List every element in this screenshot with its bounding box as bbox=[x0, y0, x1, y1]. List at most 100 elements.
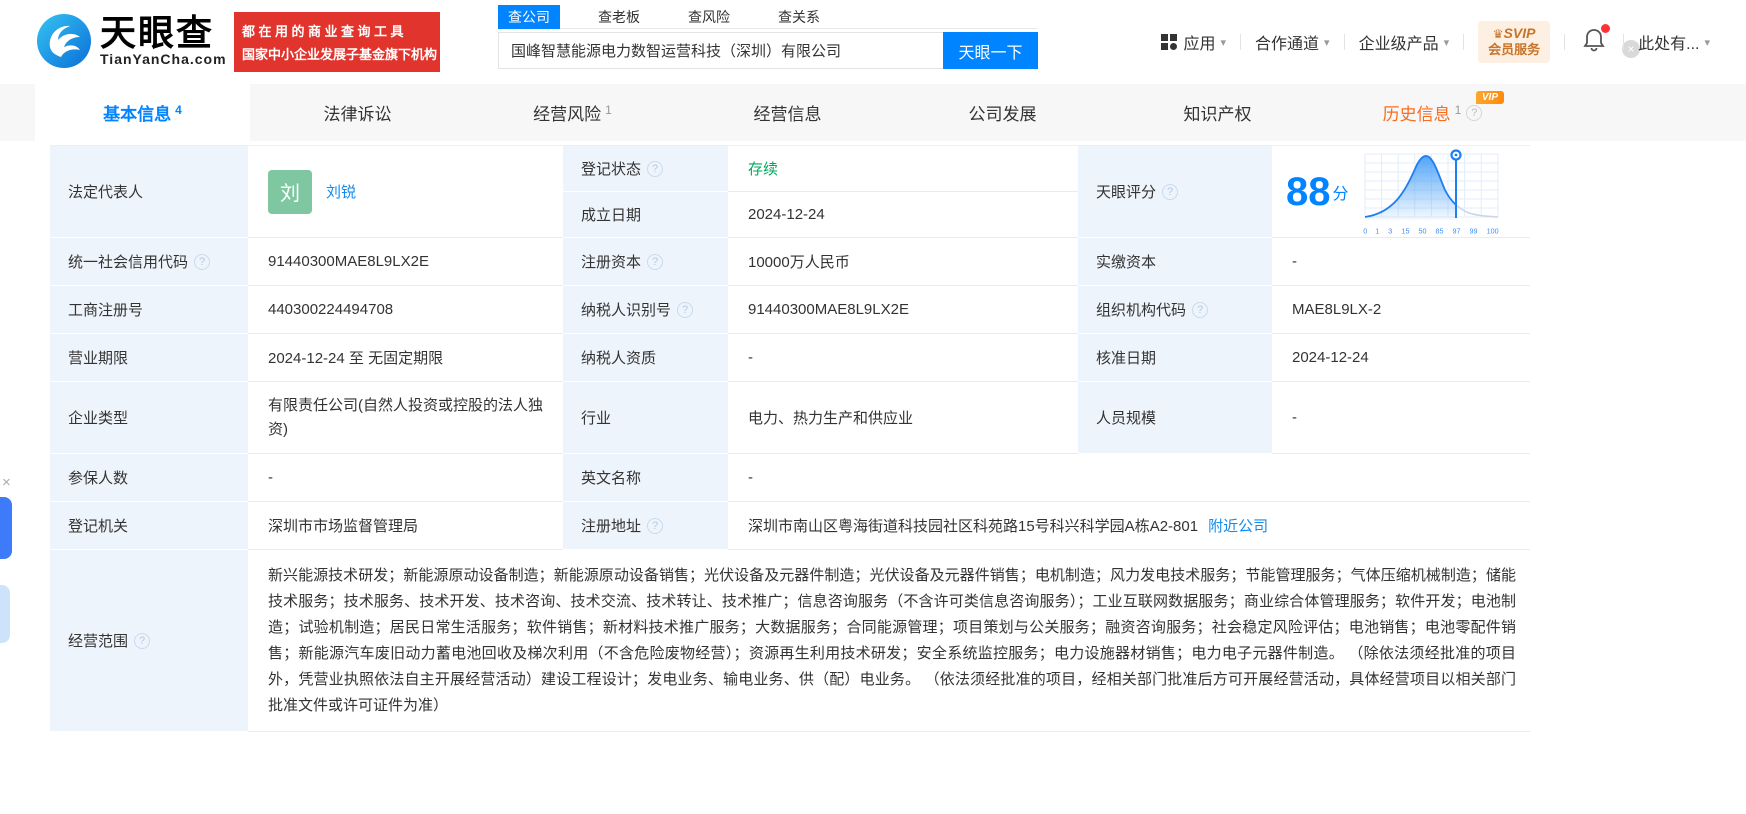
logo-domain: TianYanCha.com bbox=[100, 51, 227, 67]
tab-label: 知识产权 bbox=[1184, 100, 1252, 125]
est-date-value: 2024-12-24 bbox=[728, 192, 1078, 238]
help-icon[interactable]: ? bbox=[647, 161, 663, 177]
score-unit: 分 bbox=[1333, 180, 1349, 204]
nav-cooperation-label: 合作通道 bbox=[1255, 30, 1319, 54]
help-icon[interactable]: ? bbox=[134, 633, 150, 649]
avatar[interactable]: 刘 bbox=[268, 170, 312, 214]
score-label: 天眼评分 ? bbox=[1078, 146, 1272, 238]
taxpayer-qual-value: - bbox=[728, 334, 1078, 382]
svip-member-button[interactable]: ♛SVIP 会员服务 bbox=[1478, 21, 1550, 63]
reg-number-label: 工商注册号 bbox=[50, 286, 248, 334]
chevron-down-icon: ▾ bbox=[1704, 36, 1710, 49]
taxpayer-id-value: 91440300MAE8L9LX2E bbox=[728, 286, 1078, 334]
float-sidebar-tab-secondary[interactable] bbox=[0, 585, 10, 643]
credit-code-label: 统一社会信用代码 ? bbox=[50, 238, 248, 286]
reg-address-value: 深圳市南山区粤海街道科技园社区科苑路15号科兴科学园A栋A2-801 附近公司 bbox=[728, 502, 1530, 550]
nav-divider bbox=[1344, 34, 1345, 50]
legal-rep-link[interactable]: 刘锐 bbox=[326, 181, 356, 202]
tab-history-info[interactable]: VIP 历史信息 1 ? bbox=[1325, 84, 1540, 141]
english-name-value: - bbox=[728, 454, 1530, 502]
header-nav: 应用 ▾ 合作通道 ▾ 企业级产品 ▾ ♛SVIP 会员服务 bbox=[1161, 0, 1710, 84]
table-row: 经营范围 ? 新兴能源技术研发；新能源原动设备制造；新能源原动设备销售；光伏设备… bbox=[50, 550, 1530, 732]
business-scope-value: 新兴能源技术研发；新能源原动设备制造；新能源原动设备销售；光伏设备及元器件制造；… bbox=[248, 550, 1530, 732]
table-row: 法定代表人 刘 刘锐 登记状态 ? 存续 成立日期 2024-12-24 bbox=[50, 146, 1530, 238]
chevron-down-icon: ▾ bbox=[1324, 36, 1330, 49]
help-icon[interactable]: ? bbox=[647, 254, 663, 270]
help-icon[interactable]: ? bbox=[677, 302, 693, 318]
tab-intellectual-property[interactable]: 知识产权 bbox=[1110, 84, 1325, 141]
table-row: 成立日期 2024-12-24 bbox=[563, 192, 1078, 238]
nav-apps-label: 应用 bbox=[1183, 30, 1215, 54]
tianyancha-logo[interactable]: 天眼查 TianYanCha.com bbox=[36, 13, 227, 69]
help-icon[interactable]: ? bbox=[1162, 184, 1178, 200]
tab-label: 基本信息 bbox=[103, 100, 171, 125]
business-scope-label: 经营范围 ? bbox=[50, 550, 248, 732]
approval-date-label: 核准日期 bbox=[1078, 334, 1272, 382]
table-row: 登记状态 ? 存续 bbox=[563, 146, 1078, 192]
reg-number-value: 440300224494708 bbox=[248, 286, 563, 334]
nav-divider bbox=[1463, 34, 1464, 50]
svip-line2: 会员服务 bbox=[1488, 42, 1540, 58]
chevron-down-icon: ▾ bbox=[1220, 36, 1226, 49]
tab-count: 1 bbox=[1455, 103, 1462, 117]
tab-basic-info[interactable]: 基本信息 4 bbox=[35, 84, 250, 141]
tab-operation-info[interactable]: 经营信息 bbox=[680, 84, 895, 141]
reg-address-text: 深圳市南山区粤海街道科技园社区科苑路15号科兴科学园A栋A2-801 bbox=[748, 515, 1198, 536]
table-row: 统一社会信用代码 ? 91440300MAE8L9LX2E 注册资本 ? 100… bbox=[50, 238, 1530, 286]
score-value: 88 分 bbox=[1272, 146, 1530, 238]
legal-rep-value: 刘 刘锐 bbox=[248, 146, 563, 238]
search-button[interactable]: 天眼一下 bbox=[943, 32, 1038, 69]
help-icon[interactable]: ? bbox=[1466, 105, 1482, 121]
search-tab-relation[interactable]: 查关系 bbox=[768, 5, 830, 29]
logo-text: 天眼查 TianYanCha.com bbox=[100, 15, 227, 67]
notification-bell-icon[interactable] bbox=[1583, 28, 1605, 57]
search-tab-company[interactable]: 查公司 bbox=[498, 5, 560, 29]
svip-line1: ♛SVIP bbox=[1488, 26, 1540, 42]
credit-code-value: 91440300MAE8L9LX2E bbox=[248, 238, 563, 286]
help-icon[interactable]: ? bbox=[647, 518, 663, 534]
reg-authority-value: 深圳市市场监督管理局 bbox=[248, 502, 563, 550]
vip-badge: VIP bbox=[1476, 91, 1504, 104]
industry-label: 行业 bbox=[563, 382, 728, 454]
approval-date-value: 2024-12-24 bbox=[1272, 334, 1530, 382]
apps-grid-icon bbox=[1161, 34, 1177, 50]
paid-capital-label: 实缴资本 bbox=[1078, 238, 1272, 286]
english-name-label: 英文名称 bbox=[563, 454, 728, 502]
nav-divider bbox=[1564, 34, 1565, 50]
help-icon[interactable]: ? bbox=[194, 254, 210, 270]
float-sidebar-tab[interactable] bbox=[0, 497, 12, 559]
biz-term-value: 2024-12-24 至 无固定期限 bbox=[248, 334, 563, 382]
reg-capital-label: 注册资本 ? bbox=[563, 238, 728, 286]
tab-count: 1 bbox=[605, 103, 612, 117]
tab-company-development[interactable]: 公司发展 bbox=[895, 84, 1110, 141]
nav-cooperation[interactable]: 合作通道 ▾ bbox=[1255, 30, 1330, 54]
reg-status-label: 登记状态 ? bbox=[563, 146, 728, 192]
search-input[interactable] bbox=[498, 32, 943, 69]
score-distribution-chart: 01 315 5085 9799 100 bbox=[1363, 148, 1500, 236]
tab-operation-risk[interactable]: 经营风险 1 bbox=[465, 84, 680, 141]
crown-icon: ♛ bbox=[1493, 27, 1504, 41]
search-bar: 天眼一下 bbox=[498, 32, 1038, 69]
tianyancha-company-page: 天眼查 TianYanCha.com 都在用的商业查询工具 国家中小企业发展子基… bbox=[0, 0, 1746, 814]
help-icon[interactable]: ? bbox=[1192, 302, 1208, 318]
nav-user-more[interactable]: 此处有... ▾ bbox=[1638, 30, 1710, 54]
chevron-down-icon: ▾ bbox=[1444, 36, 1450, 49]
header: 天眼查 TianYanCha.com 都在用的商业查询工具 国家中小企业发展子基… bbox=[0, 0, 1746, 84]
nav-apps[interactable]: 应用 ▾ bbox=[1161, 30, 1226, 54]
search-tab-boss[interactable]: 查老板 bbox=[588, 5, 650, 29]
tab-legal-litigation[interactable]: 法律诉讼 bbox=[250, 84, 465, 141]
slogan-line2: 国家中小企业发展子基金旗下机构 bbox=[242, 44, 432, 63]
reg-capital-value: 10000万人民币 bbox=[728, 238, 1078, 286]
nav-enterprise-products[interactable]: 企业级产品 ▾ bbox=[1359, 30, 1450, 54]
nearby-companies-link[interactable]: 附近公司 bbox=[1208, 515, 1268, 536]
search-tabs: 查公司 查老板 查风险 查关系 bbox=[498, 5, 1038, 29]
table-row: 营业期限 2024-12-24 至 无固定期限 纳税人资质 - 核准日期 202… bbox=[50, 334, 1530, 382]
biz-term-label: 营业期限 bbox=[50, 334, 248, 382]
staff-size-value: - bbox=[1272, 382, 1530, 454]
tianyancha-logo-icon bbox=[36, 13, 92, 69]
float-close-icon[interactable]: × bbox=[2, 474, 11, 491]
company-type-value: 有限责任公司(自然人投资或控股的法人独资) bbox=[248, 382, 563, 454]
table-row: 工商注册号 440300224494708 纳税人识别号 ? 91440300M… bbox=[50, 286, 1530, 334]
search-tab-risk[interactable]: 查风险 bbox=[678, 5, 740, 29]
insured-count-value: - bbox=[248, 454, 563, 502]
